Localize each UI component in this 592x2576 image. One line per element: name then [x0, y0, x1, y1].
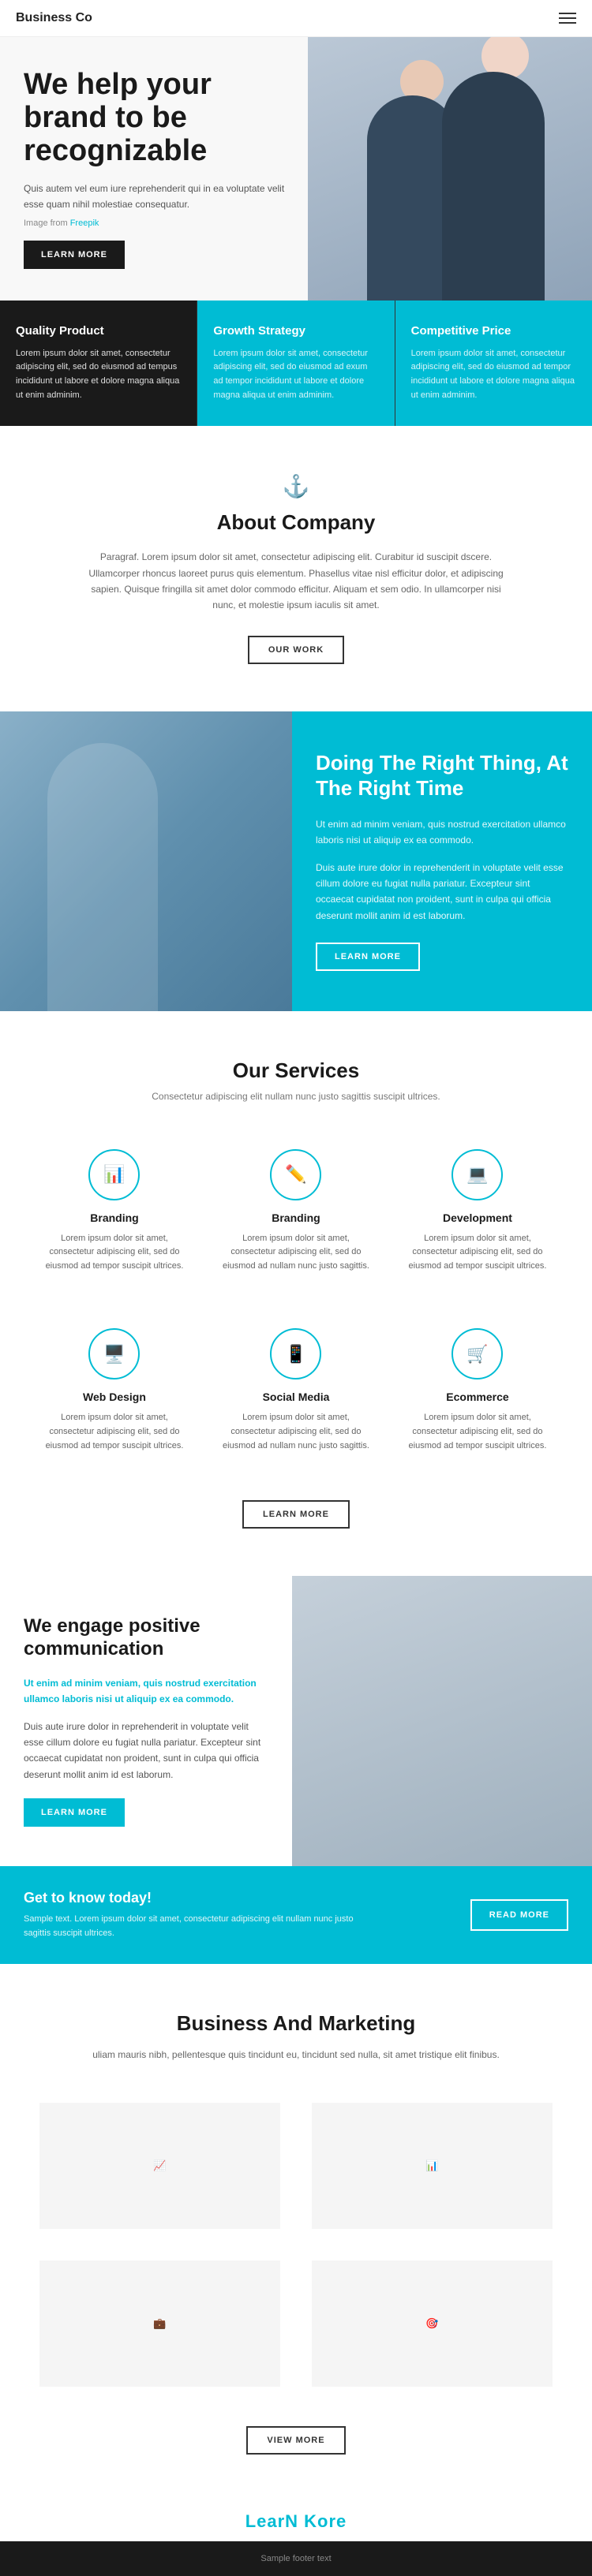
services-button-wrap: LEARN MORE [24, 1500, 568, 1529]
branding-2-icon: ✏️ [270, 1149, 321, 1200]
hero-people-image [308, 37, 592, 301]
about-title: About Company [24, 510, 568, 535]
service-webdesign: 🖥️ Web Design Lorem ipsum dolor sit amet… [24, 1312, 205, 1469]
service-webdesign-desc: Lorem ipsum dolor sit amet, consectetur … [39, 1411, 189, 1453]
service-webdesign-title: Web Design [39, 1391, 189, 1403]
learn-kore-text: LearN Kore [245, 2511, 347, 2531]
meeting-image [292, 1576, 592, 1866]
marketing-title: Business And Marketing [24, 2011, 568, 2036]
service-branding-2-title: Branding [221, 1211, 371, 1224]
hero-cta-button[interactable]: LEARN MORE [24, 241, 125, 269]
service-branding-2-desc: Lorem ipsum dolor sit amet, consectetur … [221, 1232, 371, 1274]
marketing-card-3: 💼 [24, 2245, 296, 2402]
services-title: Our Services [24, 1058, 568, 1083]
person1-body [442, 72, 545, 301]
service-ecommerce-desc: Lorem ipsum dolor sit amet, consectetur … [403, 1411, 553, 1453]
comm-learn-more-button[interactable]: LEARN MORE [24, 1798, 125, 1827]
service-branding-1: 📊 Branding Lorem ipsum dolor sit amet, c… [24, 1133, 205, 1290]
marketing-card-4-image: 🎯 [312, 2261, 553, 2387]
cta-strip: Get to know today! Sample text. Lorem ip… [0, 1866, 592, 1964]
marketing-card-1-image: 📈 [39, 2103, 280, 2229]
marketing-card-1: 📈 [24, 2087, 296, 2245]
marketing-subtitle: uliam mauris nibh, pellentesque quis tin… [75, 2047, 517, 2063]
webdesign-icon: 🖥️ [88, 1328, 140, 1379]
feature-price-desc: Lorem ipsum dolor sit amet, consectetur … [411, 347, 576, 402]
feature-quality-desc: Lorem ipsum dolor sit amet, consectetur … [16, 347, 181, 402]
right-thing-button[interactable]: LEARN MORE [316, 943, 420, 971]
marketing-card-3-image: 💼 [39, 2261, 280, 2387]
cta-description: Sample text. Lorem ipsum dolor sit amet,… [24, 1913, 355, 1940]
service-socialmedia: 📱 Social Media Lorem ipsum dolor sit ame… [205, 1312, 387, 1469]
features-section: Quality Product Lorem ipsum dolor sit am… [0, 301, 592, 426]
comm-para1: Ut enim ad minim veniam, quis nostrud ex… [24, 1675, 268, 1708]
hamburger-menu[interactable] [559, 13, 576, 24]
service-socialmedia-title: Social Media [221, 1391, 371, 1403]
development-icon: 💻 [451, 1149, 503, 1200]
marketing-button-wrap: VIEW MORE [24, 2426, 568, 2455]
comm-para1-bold: Ut enim ad minim veniam, quis nostrud ex… [24, 1678, 257, 1704]
services-grid: 📊 Branding Lorem ipsum dolor sit amet, c… [24, 1133, 568, 1493]
services-learn-more-button[interactable]: LEARN MORE [242, 1500, 350, 1529]
services-section: Our Services Consectetur adipiscing elit… [0, 1011, 592, 1577]
freepik-link[interactable]: Freepik [70, 218, 99, 228]
service-branding-1-title: Branding [39, 1211, 189, 1224]
right-thing-title: Doing The Right Thing, At The Right Time [316, 751, 568, 800]
right-thing-para1: Ut enim ad minim veniam, quis nostrud ex… [316, 816, 568, 849]
socialmedia-icon: 📱 [270, 1328, 321, 1379]
marketing-card-2-image: 📊 [312, 2103, 553, 2229]
comm-title: We engage positive communication [24, 1615, 268, 1661]
marketing-section: Business And Marketing uliam mauris nibh… [0, 1964, 592, 2501]
feature-growth-title: Growth Strategy [213, 324, 378, 338]
service-branding-1-desc: Lorem ipsum dolor sit amet, consectetur … [39, 1232, 189, 1274]
feature-quality-title: Quality Product [16, 324, 181, 338]
hero-photo [308, 37, 592, 301]
service-ecommerce-title: Ecommerce [403, 1391, 553, 1403]
comm-photo [292, 1576, 592, 1866]
right-thing-section: Doing The Right Thing, At The Right Time… [0, 711, 592, 1011]
feature-quality: Quality Product Lorem ipsum dolor sit am… [0, 301, 197, 426]
hero-section: We help your brand to be recognizable Qu… [0, 37, 592, 301]
feature-growth-desc: Lorem ipsum dolor sit amet, consectetur … [213, 347, 378, 402]
marketing-view-more-button[interactable]: VIEW MORE [246, 2426, 345, 2455]
about-section: ⚓ About Company Paragraf. Lorem ipsum do… [0, 426, 592, 711]
communication-section: We engage positive communication Ut enim… [0, 1576, 592, 1866]
comm-para2: Duis aute irure dolor in reprehenderit i… [24, 1719, 268, 1783]
comm-content: We engage positive communication Ut enim… [0, 1576, 292, 1866]
man-silhouette [47, 743, 158, 1011]
learn-kore-area: LearN Kore [0, 2502, 592, 2541]
hero-title: We help your brand to be recognizable [24, 69, 292, 167]
right-thing-photo [0, 711, 292, 1011]
service-development: 💻 Development Lorem ipsum dolor sit amet… [387, 1133, 568, 1290]
service-development-desc: Lorem ipsum dolor sit amet, consectetur … [403, 1232, 553, 1274]
service-socialmedia-desc: Lorem ipsum dolor sit amet, consectetur … [221, 1411, 371, 1453]
header: Business Co [0, 0, 592, 37]
footer-text: Sample footer text [24, 2554, 568, 2563]
service-development-title: Development [403, 1211, 553, 1224]
service-branding-2: ✏️ Branding Lorem ipsum dolor sit amet, … [205, 1133, 387, 1290]
hero-description: Quis autem vel eum iure reprehenderit qu… [24, 181, 292, 211]
cta-read-more-button[interactable]: READ MORE [470, 1899, 568, 1931]
about-description: Paragraf. Lorem ipsum dolor sit amet, co… [83, 549, 509, 614]
feature-price-title: Competitive Price [411, 324, 576, 338]
right-thing-para2: Duis aute irure dolor in reprehenderit i… [316, 860, 568, 924]
right-thing-content: Doing The Right Thing, At The Right Time… [292, 711, 592, 1011]
branding-1-icon: 📊 [88, 1149, 140, 1200]
cta-title: Get to know today! [24, 1890, 355, 1906]
image-credit: Image from Freepik [24, 218, 292, 228]
marketing-card-4: 🎯 [296, 2245, 568, 2402]
hero-content: We help your brand to be recognizable Qu… [24, 69, 292, 269]
feature-price: Competitive Price Lorem ipsum dolor sit … [395, 301, 592, 426]
marketing-grid: 📈 📊 💼 🎯 [24, 2087, 568, 2402]
logo: Business Co [16, 11, 92, 25]
service-ecommerce: 🛒 Ecommerce Lorem ipsum dolor sit amet, … [387, 1312, 568, 1469]
ecommerce-icon: 🛒 [451, 1328, 503, 1379]
anchor-icon: ⚓ [24, 473, 568, 499]
cta-content: Get to know today! Sample text. Lorem ip… [24, 1890, 355, 1940]
services-subtitle: Consectetur adipiscing elit nullam nunc … [24, 1091, 568, 1102]
our-work-button[interactable]: OUR WORK [248, 636, 344, 664]
feature-growth: Growth Strategy Lorem ipsum dolor sit am… [197, 301, 395, 426]
marketing-card-2: 📊 [296, 2087, 568, 2245]
footer: Sample footer text [0, 2541, 592, 2576]
